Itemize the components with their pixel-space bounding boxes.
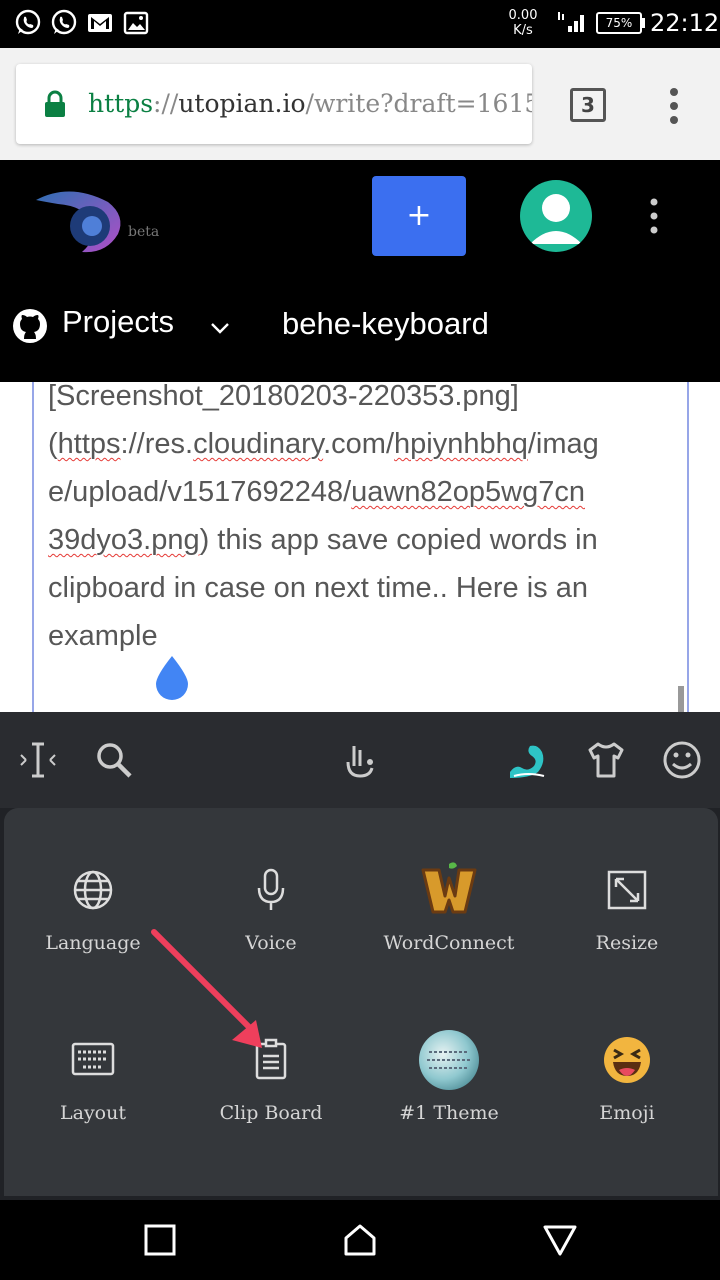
wordconnect-icon <box>419 860 479 920</box>
text-fragment: ) this app save copied words in <box>199 524 598 556</box>
browser-toolbar: https://utopian.io/write?draft=1615c 3 <box>0 48 720 160</box>
tile-label: Clip Board <box>219 1102 323 1124</box>
misspelled-word: https <box>57 428 121 460</box>
text-fragment: ://res. <box>120 428 194 460</box>
speed-unit: K/s <box>513 23 533 38</box>
url-scheme: https <box>88 89 154 118</box>
avatar[interactable] <box>520 180 592 252</box>
editor-line: 39dyo3.png) this app save copied words i… <box>48 516 674 564</box>
shirt-icon[interactable] <box>586 738 626 782</box>
url-text[interactable]: https://utopian.io/write?draft=1615c <box>88 84 532 124</box>
system-nav-bar <box>0 1200 720 1280</box>
editor-line: (https://res.cloudinary.com/hpiynhbhq/im… <box>48 420 674 468</box>
tile-label: WordConnect <box>383 932 515 954</box>
signal-icon <box>556 10 588 34</box>
smiley-icon[interactable] <box>662 738 702 782</box>
battery-level: 75% <box>605 16 633 30</box>
tile-label: #1 Theme <box>399 1102 499 1124</box>
clock: 22:12 <box>650 9 720 37</box>
resize-icon <box>597 860 657 920</box>
keyboard-toolbar <box>0 712 720 808</box>
image-icon <box>122 9 150 37</box>
annotation-arrow-icon <box>148 926 278 1056</box>
site-menu-button[interactable] <box>642 194 666 238</box>
editor-line: clipboard in case on next time.. Here is… <box>48 572 588 604</box>
tile-label: Resize <box>595 932 659 954</box>
emoji-icon <box>597 1030 657 1090</box>
project-name[interactable]: behe-keyboard <box>282 306 489 342</box>
editor-line: [Screenshot_20180203-220353.png] <box>48 382 519 412</box>
recents-button[interactable] <box>142 1222 178 1258</box>
battery-icon: 75% <box>596 12 642 34</box>
url-path: /write?draft=1615c <box>305 89 532 118</box>
speed-value: 0.00 <box>508 8 538 23</box>
editor-line: example <box>48 620 158 652</box>
theme-icon <box>419 1030 479 1090</box>
tile-resize[interactable]: Resize <box>542 860 712 1000</box>
tab-switcher-button[interactable]: 3 <box>570 88 606 122</box>
github-icon <box>12 308 48 344</box>
post-editor[interactable]: [Screenshot_20180203-220353.png] (https:… <box>0 382 720 712</box>
back-button[interactable] <box>542 1222 578 1258</box>
keyboard-icon <box>63 1030 123 1090</box>
utopian-logo[interactable] <box>30 182 126 258</box>
wave-theme-icon[interactable] <box>508 738 548 782</box>
tile-label: Emoji <box>599 1102 655 1124</box>
whatsapp-business-icon <box>50 9 78 37</box>
status-bar: 0.00 K/s 75% 22:12 <box>0 0 720 48</box>
lock-icon <box>44 90 66 118</box>
tile-emoji[interactable]: Emoji <box>542 1030 712 1170</box>
misspelled-word: uawn82op5wg7cn <box>351 476 585 508</box>
tile-theme[interactable]: #1 Theme <box>364 1030 534 1170</box>
browser-menu-button[interactable] <box>662 86 686 126</box>
text-cursor-handle[interactable] <box>152 652 192 702</box>
project-nav: Projects behe-keyboard <box>0 298 720 358</box>
globe-icon <box>63 860 123 920</box>
site-header: beta + Projects behe-keyboard <box>0 160 720 382</box>
projects-dropdown[interactable]: Projects <box>62 304 174 340</box>
misspelled-word: cloudinary <box>193 428 324 460</box>
notification-icons <box>14 9 150 37</box>
network-speed: 0.00 K/s <box>506 8 540 38</box>
text-fragment: .com/ <box>323 428 395 460</box>
create-post-button[interactable]: + <box>372 176 466 256</box>
misspelled-word: 39dyo3.png <box>48 524 200 556</box>
tile-wordconnect[interactable]: WordConnect <box>364 860 534 1000</box>
text-fragment: ( <box>48 428 58 460</box>
home-button[interactable] <box>342 1222 378 1258</box>
editor-scrollbar[interactable] <box>678 686 684 712</box>
editor-line: e/upload/v1517692248/uawn82op5wg7cn <box>48 468 674 516</box>
misspelled-word: hpiynhbhq <box>394 428 528 460</box>
battery-nub <box>642 18 645 28</box>
keyboard-panel: Language Voice WordConnect Resize Layout <box>0 808 720 1200</box>
keyboard-menu-card: Language Voice WordConnect Resize Layout <box>4 808 718 1196</box>
cursor-icon[interactable] <box>18 738 58 782</box>
address-bar[interactable]: https://utopian.io/write?draft=1615c <box>16 64 532 144</box>
editor-textarea[interactable]: [Screenshot_20180203-220353.png] (https:… <box>48 382 674 660</box>
text-fragment: e/upload/v1517692248/ <box>48 476 352 508</box>
search-icon[interactable] <box>94 738 134 782</box>
tile-label: Layout <box>60 1102 126 1124</box>
beta-label: beta <box>128 224 160 240</box>
gesture-icon[interactable] <box>340 738 380 782</box>
microphone-icon <box>241 860 301 920</box>
gmail-icon <box>86 9 114 37</box>
url-host: utopian.io <box>178 89 306 118</box>
chevron-down-icon[interactable] <box>208 318 232 338</box>
whatsapp-icon <box>14 9 42 37</box>
url-separator: :// <box>153 89 179 118</box>
text-fragment: /imag <box>527 428 599 460</box>
